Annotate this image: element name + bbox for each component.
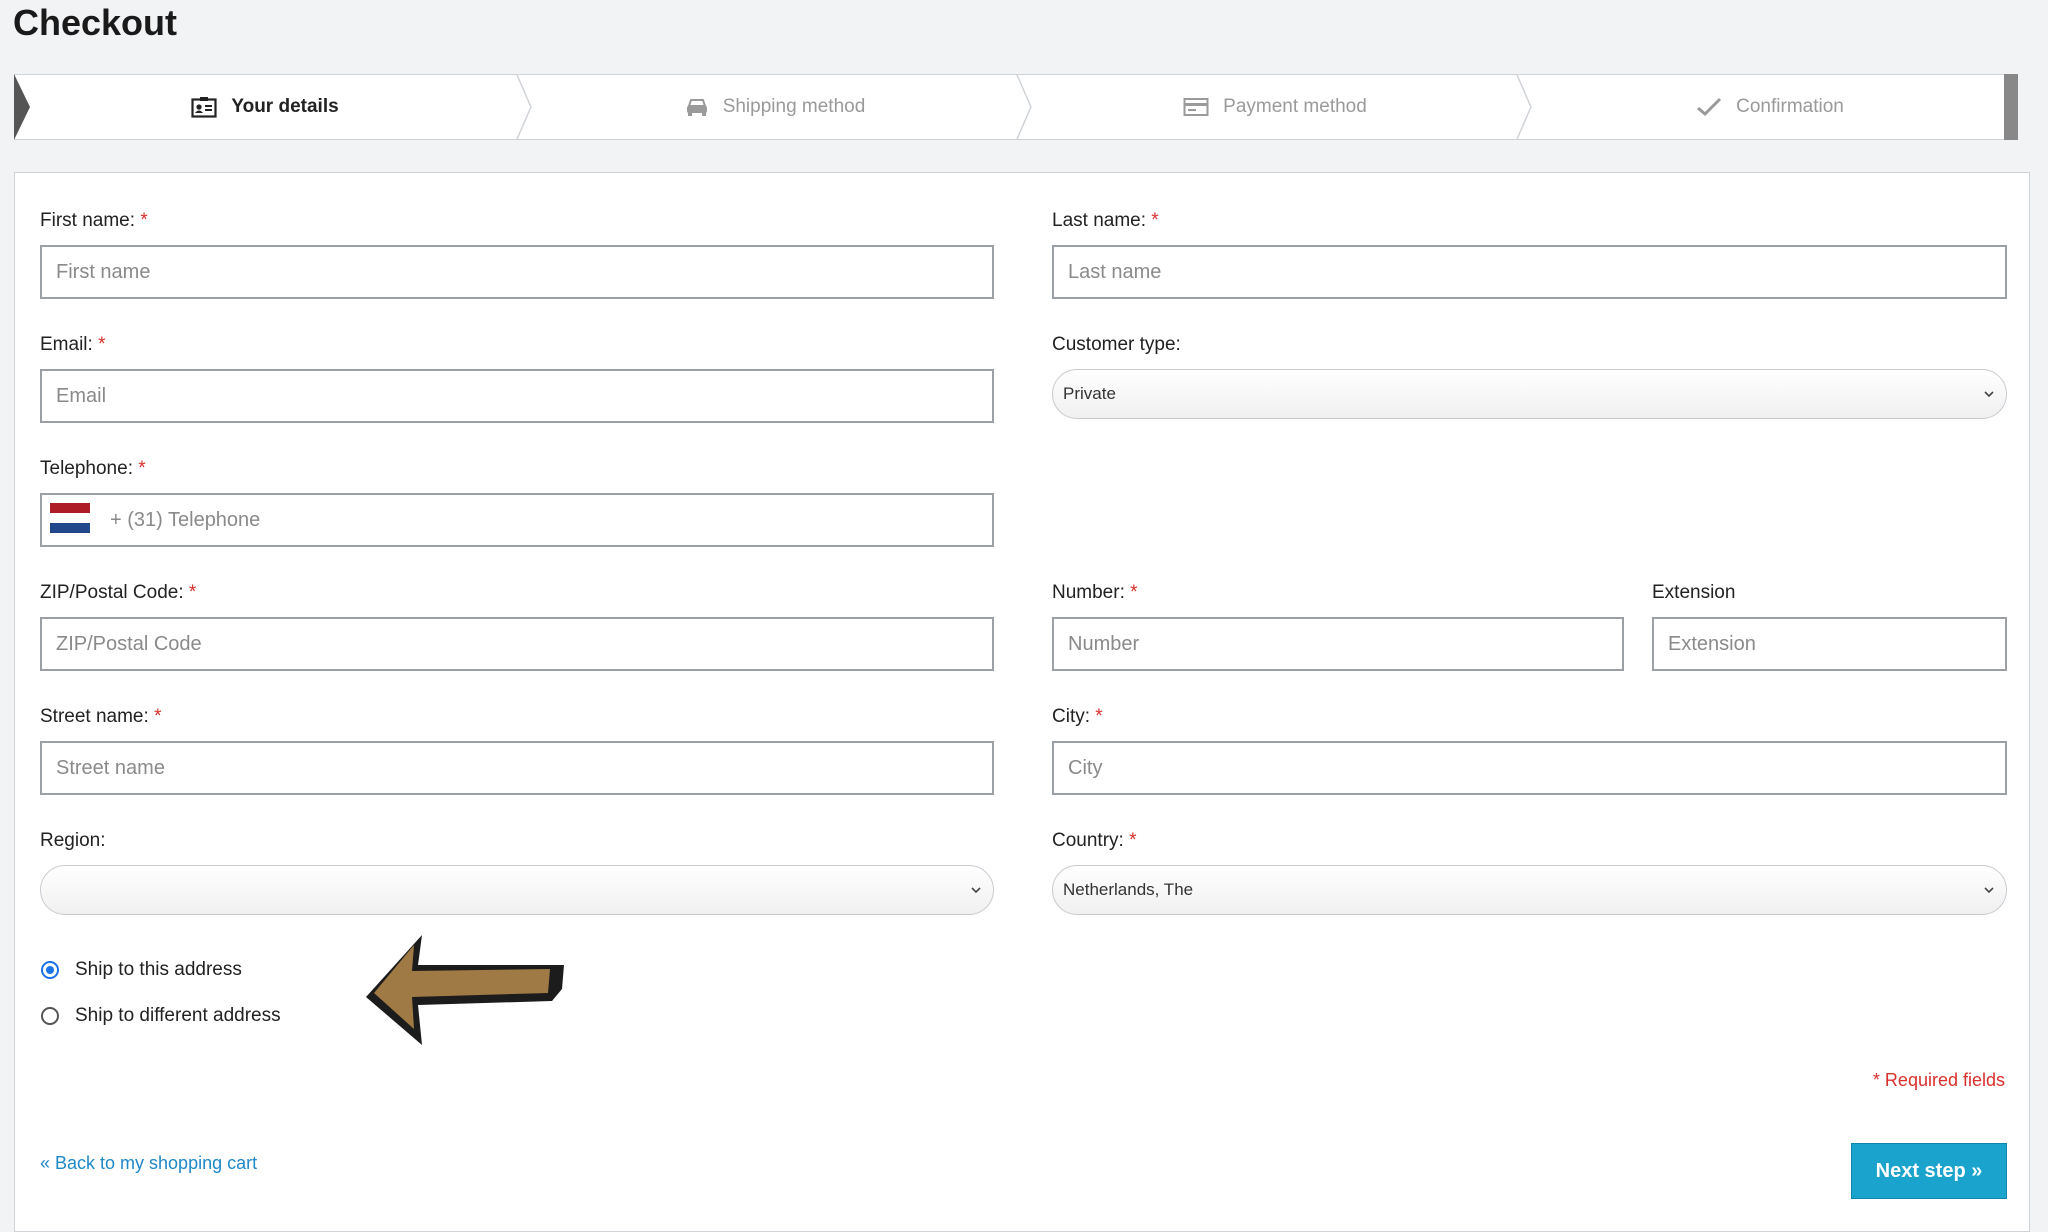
step-separator [1016,75,1032,139]
country-label: Country: * [1052,830,1137,851]
car-icon [685,97,709,117]
ship-to-different-address-radio[interactable] [41,1007,59,1025]
zip-field[interactable] [40,617,994,671]
first-name-field[interactable] [40,245,994,299]
ship-to-different-address-option[interactable]: Ship to different address [41,1005,281,1027]
telephone-label: Telephone: * [40,458,146,479]
extension-field[interactable] [1652,617,2007,671]
customer-type-value: Private [1063,384,1116,403]
customer-type-label: Customer type: [1052,334,1181,355]
customer-type-select[interactable]: Private [1052,369,2007,419]
arrow-left-icon [366,935,564,1045]
extension-label: Extension [1652,582,1736,603]
page-title: Checkout [13,2,178,43]
ship-to-this-address-option[interactable]: Ship to this address [41,959,242,981]
chevron-down-icon [1982,882,1996,902]
email-field[interactable] [40,369,994,423]
step-shipping-method[interactable]: Shipping method [535,75,1015,139]
last-name-label: Last name: * [1052,210,1159,231]
number-label: Number: * [1052,582,1138,603]
next-step-button[interactable]: Next step » [1851,1143,2007,1199]
street-label: Street name: * [40,706,162,727]
chevron-down-icon [969,882,983,902]
details-form: First name: * Last name: * Email: * Cust… [14,172,2030,1232]
ship-to-different-address-label: Ship to different address [75,1005,281,1026]
netherlands-flag-icon[interactable] [50,503,90,533]
region-label: Region: [40,830,106,851]
first-name-label: First name: * [40,210,148,231]
credit-card-icon [1183,97,1209,117]
ship-to-this-address-label: Ship to this address [75,959,242,980]
step-separator [1516,75,1532,139]
id-card-icon [191,96,217,118]
zip-label: ZIP/Postal Code: * [40,582,197,603]
step-label: Your details [231,96,339,117]
step-your-details[interactable]: Your details [15,75,515,139]
street-field[interactable] [40,741,994,795]
telephone-field[interactable] [40,493,994,547]
step-payment-method[interactable]: Payment method [1035,75,1515,139]
step-separator [516,75,532,139]
step-confirmation[interactable]: Confirmation [1535,75,2005,139]
telephone-group [40,493,994,547]
back-to-cart-link[interactable]: « Back to my shopping cart [40,1153,257,1174]
checkout-stepper: Your details Shipping method Payment met… [14,74,2018,140]
stepper-right-bar [2004,74,2018,140]
chevron-down-icon [1982,386,1996,406]
step-label: Payment method [1223,96,1367,117]
last-name-field[interactable] [1052,245,2007,299]
step-label: Confirmation [1736,96,1844,117]
required-fields-note: * Required fields [1872,1070,2005,1090]
step-label: Shipping method [722,96,866,117]
checkmark-icon [1696,97,1722,117]
ship-to-this-address-radio[interactable] [41,961,59,979]
email-label: Email: * [40,334,106,355]
country-value: Netherlands, The [1063,880,1194,899]
city-label: City: * [1052,706,1103,727]
number-field[interactable] [1052,617,1624,671]
city-field[interactable] [1052,741,2007,795]
country-select[interactable]: Netherlands, The [1052,865,2007,915]
region-select[interactable] [40,865,994,915]
